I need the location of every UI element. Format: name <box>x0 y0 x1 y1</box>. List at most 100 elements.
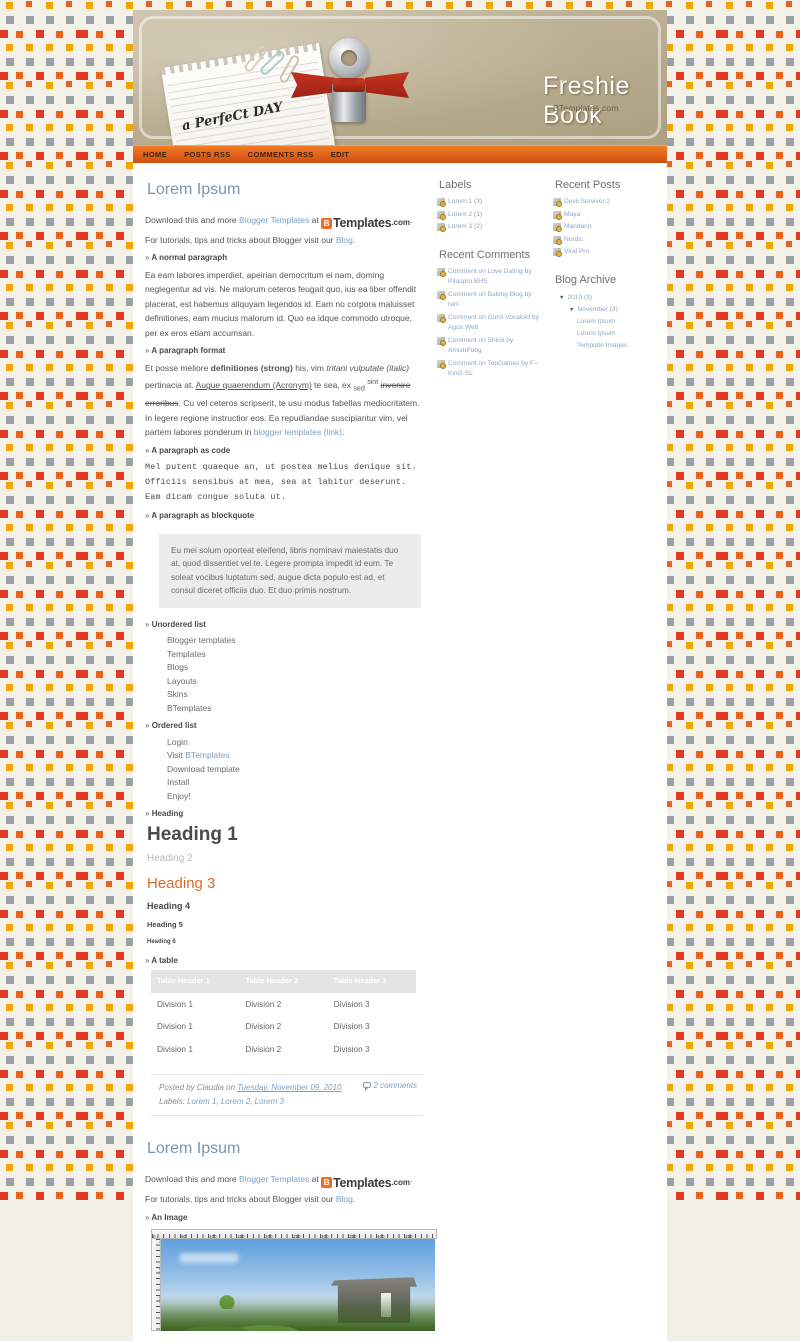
label-link[interactable]: Lorem 3 <box>448 223 472 230</box>
ruler-label: 400 <box>377 1234 385 1240</box>
list-item[interactable]: Lorem 1 (3) <box>437 197 541 208</box>
label-link[interactable]: Lorem 2 <box>448 211 472 218</box>
guillemet-icon: » <box>145 346 150 356</box>
list-item[interactable]: Comment on Love Dating by Pitaspro BHS <box>437 267 541 288</box>
list-item[interactable]: Nordic <box>553 235 657 246</box>
recent-post-link[interactable]: Mandarin <box>564 223 592 230</box>
table-cell: Division 1 <box>157 1043 193 1054</box>
guillemet-icon: » <box>145 1212 150 1222</box>
labels-prefix: Labels: <box>159 1097 188 1107</box>
list-item: Enjoy! <box>167 790 423 804</box>
post-title[interactable]: Lorem Ipsum <box>147 1140 423 1158</box>
section-heading-paragraph-format: » A paragraph format <box>145 344 423 359</box>
blog-link[interactable]: Blog <box>336 235 353 245</box>
post-icon <box>553 248 562 257</box>
recent-comment-link[interactable]: Comment on Gumi Vocaloid by Agus Web <box>448 314 539 332</box>
table-header-cell: Table Header 3 <box>327 970 416 993</box>
blogger-templates-link[interactable]: Blogger Templates <box>239 215 309 225</box>
code-block: Mel putent quaeque an, ut postea melius … <box>145 462 422 503</box>
blog-post: Lorem Ipsum Download this and more Blogg… <box>145 1140 437 1332</box>
list-item[interactable]: Devil Survivor 2 <box>553 197 657 208</box>
post-comments-link[interactable]: 2 comments <box>363 1081 417 1092</box>
site-title: Freshie Book <box>543 72 630 129</box>
recent-post-link[interactable]: Devil Survivor 2 <box>564 198 610 205</box>
fmt-text-d: te sea, ex <box>311 380 354 391</box>
archive-item-post[interactable]: Lorem Ipsum <box>553 328 657 340</box>
post-icon <box>553 223 562 232</box>
list-item[interactable]: Mandarin <box>553 222 657 233</box>
list-item[interactable]: Viral Pro <box>553 247 657 258</box>
post-label-link[interactable]: Lorem 1 <box>187 1097 216 1106</box>
section-heading-label: A normal paragraph <box>151 253 228 263</box>
recent-comment-link[interactable]: Comment on Baking Blog by rani <box>448 291 532 309</box>
list-item[interactable]: Lorem 2 (1) <box>437 210 541 221</box>
btemplates-logo[interactable]: B Templates .com <box>321 216 410 231</box>
nav-item-comments-rss[interactable]: COMMENTS RSS <box>248 150 314 159</box>
nav-item-edit[interactable]: EDIT <box>331 150 350 159</box>
guillemet-icon: » <box>145 955 150 965</box>
list-item[interactable]: Lorem 3 (2) <box>437 222 541 233</box>
intro-text-end: . <box>409 1174 413 1185</box>
archive-item-post[interactable]: Lorem Ipsum <box>553 316 657 328</box>
label-link[interactable]: Lorem 1 <box>448 198 472 205</box>
blogger-templates-inline-link[interactable]: blogger templates (link) <box>254 427 342 437</box>
widget-title-labels: Labels <box>439 179 472 191</box>
heading-5: Heading 5 <box>147 919 183 929</box>
list-item[interactable]: Maya <box>553 210 657 221</box>
table-header-cell: Table Header 2 <box>239 970 328 993</box>
recent-comment-link[interactable]: Comment on Love Dating by Pitaspro BHS <box>448 268 532 286</box>
archive-year-link[interactable]: 2010 (3) <box>567 294 592 301</box>
intro-line-2: For tutorials, tips and tricks about Blo… <box>145 233 423 248</box>
recent-post-link[interactable]: Nordic <box>564 236 583 243</box>
section-heading-image: » An Image <box>145 1211 423 1226</box>
comment-bubble-icon <box>363 1082 372 1092</box>
section-heading-label: Unordered list <box>151 619 206 629</box>
fmt-text-f: . <box>342 427 345 438</box>
list-item[interactable]: Comment on TopGames by F--KinG-SL <box>437 359 541 380</box>
comment-icon <box>437 313 446 323</box>
archive-post-link[interactable]: Lorem Ipsum <box>577 330 615 337</box>
intro-text-end: . <box>409 215 413 225</box>
post-label-link[interactable]: Lorem 2 <box>221 1097 250 1106</box>
blogger-templates-link[interactable]: Blogger Templates <box>239 1174 309 1184</box>
main-navigation[interactable]: HOME POSTS RSS COMMENTS RSS EDIT <box>133 145 667 163</box>
archive-item-month[interactable]: ▼ November (3) <box>553 304 657 316</box>
nav-item-posts-rss[interactable]: POSTS RSS <box>184 150 231 159</box>
btemplates-link[interactable]: BTemplates <box>185 750 229 760</box>
ruler-label: 0 <box>158 1241 161 1244</box>
sidebar-right: Recent Posts Devil Survivor 2 Maya Manda… <box>545 171 663 1341</box>
archive-post-link[interactable]: Template Images <box>577 342 627 349</box>
post-label-link[interactable]: Lorem 3 <box>255 1097 284 1106</box>
btemplates-logo-tld: .com <box>391 1177 410 1187</box>
archive-post-link[interactable]: Lorem Ipsum <box>577 318 615 325</box>
blog-post: Lorem Ipsum Download this and more Blogg… <box>145 181 423 1117</box>
ruler-label: 0 <box>153 1234 156 1240</box>
intro2-text: For tutorials, tips and tricks about Blo… <box>145 1194 336 1205</box>
post-title[interactable]: Lorem Ipsum <box>147 181 423 199</box>
nav-item-home[interactable]: HOME <box>143 150 167 159</box>
btemplates-logo[interactable]: B Templates .com <box>321 1176 410 1191</box>
archive-month-link[interactable]: November (3) <box>577 306 617 313</box>
chevron-down-icon[interactable]: ▼ <box>569 307 574 313</box>
blog-link[interactable]: Blog <box>336 1194 353 1204</box>
list-item[interactable]: Comment on Baking Blog by rani <box>437 290 541 311</box>
label-count: (2) <box>474 223 483 230</box>
recent-post-link[interactable]: Viral Pro <box>564 248 589 255</box>
table-cell: Division 3 <box>333 998 370 1009</box>
post-body: Download this and more Blogger Templates… <box>145 1172 437 1332</box>
recent-comment-link[interactable]: Comment on Shiroi by AmishPubg <box>448 337 513 355</box>
post-date-link[interactable]: Tuesday, November 09, 2010 <box>237 1083 341 1092</box>
section-heading-label: An Image <box>151 1212 188 1222</box>
archive-item-year[interactable]: ▼ 2010 (3) <box>553 292 657 304</box>
chevron-down-icon[interactable]: ▼ <box>559 295 564 301</box>
archive-item-post[interactable]: Template Images <box>553 340 657 352</box>
section-heading-normal-paragraph: » A normal paragraph <box>145 251 423 266</box>
ruler-label: 50 <box>158 1268 161 1274</box>
list-item[interactable]: Comment on Shiroi by AmishPubg <box>437 336 541 357</box>
list-item[interactable]: Comment on Gumi Vocaloid by Agus Web <box>437 313 541 334</box>
label-icon <box>437 223 446 232</box>
guillemet-icon: » <box>145 253 150 263</box>
recent-post-link[interactable]: Maya <box>564 211 580 218</box>
btemplates-logo-word: Templates <box>333 216 392 231</box>
recent-comment-link[interactable]: Comment on TopGames by F--KinG-SL <box>448 360 538 378</box>
